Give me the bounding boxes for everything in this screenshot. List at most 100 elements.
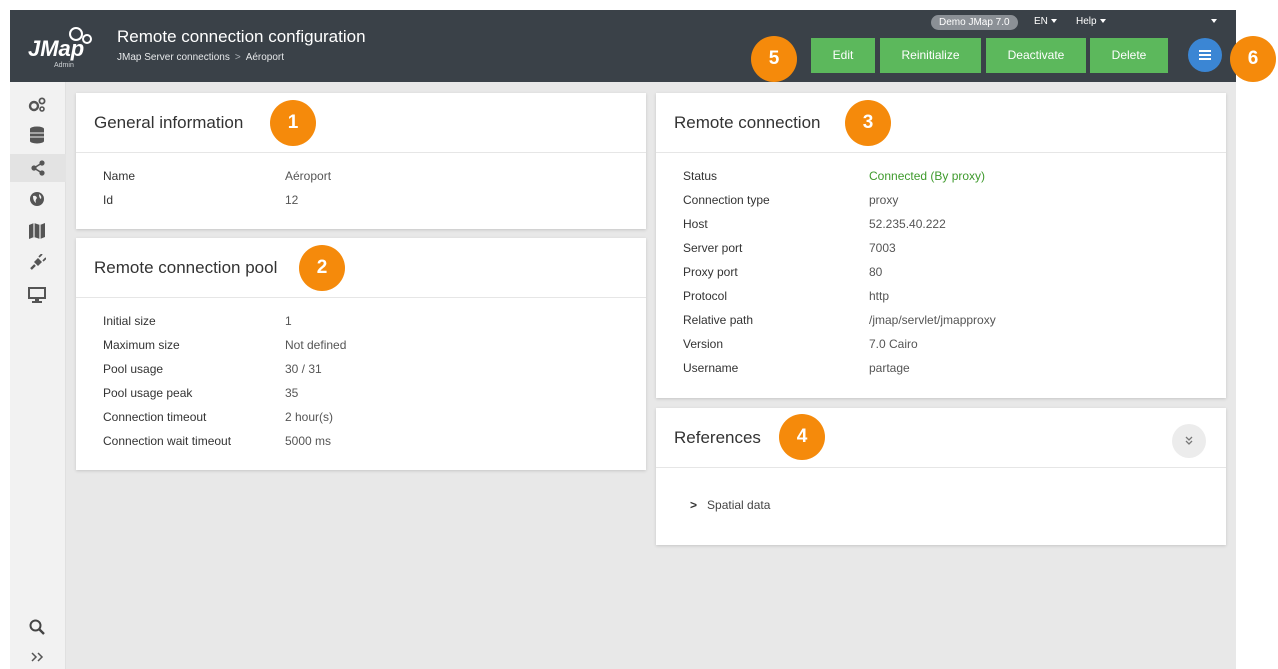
remote-row: Server port 7003	[656, 237, 1226, 261]
row-label: Proxy port	[683, 265, 738, 279]
row-label: Username	[683, 361, 739, 375]
pool-row: Initial size 1	[76, 310, 646, 334]
row-label: Server port	[683, 241, 743, 255]
tree-item-spatial-data[interactable]: > Spatial data	[690, 498, 770, 512]
help-menu[interactable]: Help	[1076, 16, 1106, 27]
row-value: 5000 ms	[285, 434, 332, 448]
share-icon[interactable]	[10, 154, 66, 182]
remote-row: Username partage	[656, 357, 1226, 381]
remote-connection-panel: Remote connection Status Connected (By pr…	[656, 93, 1226, 398]
pool-row: Connection wait timeout 5000 ms	[76, 430, 646, 454]
menu-button[interactable]	[1188, 38, 1222, 72]
row-value: proxy	[869, 193, 899, 207]
edit-button[interactable]: Edit	[811, 38, 875, 73]
row-label: Initial size	[103, 314, 156, 328]
row-value: partage	[869, 361, 910, 375]
callout-3: 3	[845, 100, 891, 146]
row-value: 35	[285, 386, 299, 400]
references-title: References	[656, 408, 1226, 468]
remote-row: Protocol http	[656, 285, 1226, 309]
info-row: Name Aéroport	[76, 165, 646, 189]
row-value: 2 hour(s)	[285, 410, 334, 424]
callout-6: 6	[1230, 36, 1276, 82]
collapse-button[interactable]	[1172, 424, 1206, 458]
remote-row: Connection type proxy	[656, 189, 1226, 213]
remote-row: Host 52.235.40.222	[656, 213, 1226, 237]
logo-sub: Admin	[54, 62, 74, 69]
monitor-icon[interactable]	[26, 284, 48, 306]
reinitialize-button[interactable]: Reinitialize	[880, 38, 981, 73]
tree-item-label: Spatial data	[707, 498, 771, 512]
info-row: Id 12	[76, 189, 646, 213]
database-icon[interactable]	[26, 124, 48, 146]
callout-1: 1	[270, 100, 316, 146]
row-label: Protocol	[683, 289, 728, 303]
row-value: 80	[869, 265, 883, 279]
row-value: 7.0 Cairo	[869, 337, 918, 351]
status-value: Connected (By proxy)	[869, 169, 986, 183]
expand-icon[interactable]	[26, 646, 48, 668]
delete-button[interactable]: Delete	[1090, 38, 1168, 73]
app-header: JMap Admin Remote connection configurati…	[10, 10, 1236, 82]
double-chevron-down-icon	[1185, 436, 1193, 445]
right-margin	[1236, 0, 1278, 669]
row-label: Pool usage peak	[103, 386, 193, 400]
row-label: Connection type	[683, 193, 770, 207]
breadcrumb-item-current: Aéroport	[245, 52, 285, 63]
sidebar	[10, 82, 66, 669]
remote-row: Status Connected (By proxy)	[656, 165, 1226, 189]
chevron-right-icon: >	[690, 498, 698, 512]
remote-row: Relative path/jmap/servlet/jmapproxy	[656, 309, 1226, 333]
references-panel: References > Spatial data	[656, 408, 1226, 545]
pool-title: Remote connection pool	[76, 238, 646, 298]
remote-row: Version 7.0 Cairo	[656, 333, 1226, 357]
plugin-icon[interactable]	[26, 252, 48, 274]
row-label: Version	[683, 337, 724, 351]
pool-panel: Remote connection pool Initial size 1 Max…	[76, 238, 646, 470]
row-label: Name	[103, 169, 136, 183]
chevron-right-icon: >	[234, 52, 241, 63]
pool-row: Maximum size Not defined	[76, 334, 646, 358]
content-area: General information Name Aéroport Id 12 Re…	[66, 82, 1236, 669]
row-value: 1	[285, 314, 292, 328]
globe-icon[interactable]	[26, 188, 48, 210]
general-info-panel: General information Name Aéroport Id 12	[76, 93, 646, 229]
caret-down-icon	[1050, 19, 1057, 24]
row-value: Aéroport	[285, 169, 332, 183]
services-icon[interactable]	[26, 94, 48, 116]
jmap-logo[interactable]: JMap Admin	[26, 24, 108, 74]
search-icon[interactable]	[26, 616, 48, 638]
deactivate-button[interactable]: Deactivate	[986, 38, 1086, 73]
demo-badge[interactable]: Demo JMap 7.0	[931, 15, 1018, 30]
remote-connection-title: Remote connection	[656, 93, 1226, 153]
gears-logo-icon	[69, 27, 92, 44]
row-label: Host	[683, 217, 708, 231]
row-label: Status	[683, 169, 718, 183]
breadcrumb-item-connections[interactable]: JMap Server connections	[117, 52, 230, 63]
language-menu[interactable]: EN	[1034, 16, 1057, 27]
row-value: 12	[285, 193, 299, 207]
row-label: Connection wait timeout	[103, 434, 232, 448]
page-title: Remote connection configuration	[117, 27, 366, 46]
callout-2: 2	[299, 245, 345, 291]
map-icon[interactable]	[26, 220, 48, 242]
callout-4: 4	[779, 414, 825, 460]
callout-5: 5	[751, 36, 797, 82]
remote-row: Proxy port 80	[656, 261, 1226, 285]
user-menu[interactable]	[1208, 16, 1217, 27]
caret-down-icon	[1099, 19, 1106, 24]
row-value: 7003	[869, 241, 896, 255]
breadcrumb: JMap Server connections > Aéroport	[117, 52, 284, 63]
pool-row: Connection timeout 2 hour(s)	[76, 406, 646, 430]
row-value: 52.235.40.222	[869, 217, 946, 231]
row-label: Connection timeout	[103, 410, 207, 424]
row-value: Not defined	[285, 338, 347, 352]
general-info-title: General information	[76, 93, 646, 153]
help-label: Help	[1076, 16, 1097, 27]
row-label: Pool usage	[103, 362, 164, 376]
row-value: http	[869, 289, 890, 303]
pool-row: Pool usage peak 35	[76, 382, 646, 406]
row-label: Maximum size	[103, 338, 180, 352]
hamburger-icon-line	[1199, 58, 1211, 60]
hamburger-icon	[1199, 50, 1211, 52]
